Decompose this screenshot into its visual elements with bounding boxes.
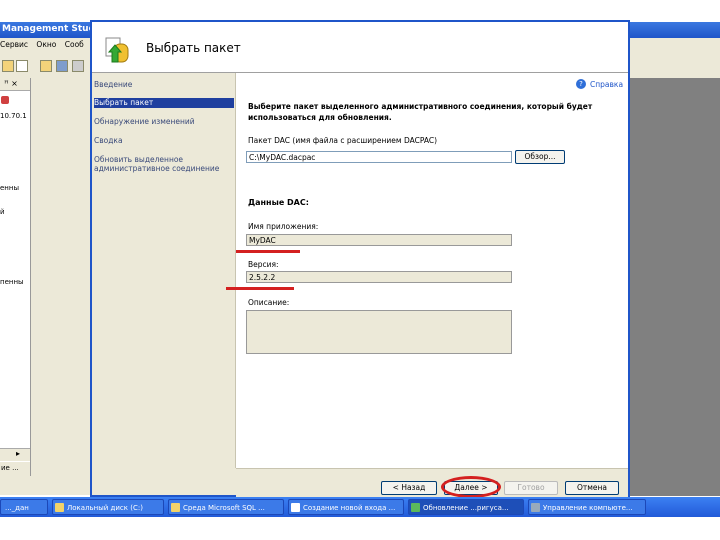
toolbar-icon[interactable] [2,60,14,72]
background-status: ие ... [0,462,30,476]
help-icon[interactable]: ? [576,79,586,89]
taskbar-item-computer-management[interactable]: Управление компьюте... [528,499,646,515]
ssms-icon [171,503,180,512]
cancel-button[interactable]: Отмена [565,481,619,495]
dialog-title: Выбрать пакет [146,41,241,55]
scroll-right-icon[interactable]: ▸ [16,449,20,458]
description-label: Описание: [248,298,290,307]
browse-button[interactable]: Обзор... [515,150,565,164]
open-folder-icon[interactable] [40,60,52,72]
tree-item[interactable]: енны [0,184,28,192]
package-upgrade-icon [104,32,130,64]
new-query-icon[interactable] [16,60,28,72]
taskbar-item[interactable]: ..._дан [0,499,48,515]
version-label: Версия: [248,260,279,269]
horizontal-scrollbar[interactable]: ▸ [0,448,30,461]
package-path-input[interactable]: C:\MyDAC.dacpac [246,151,512,163]
background-menubar: Сервис Окно Сооб [0,40,92,54]
menu-community[interactable]: Сооб [65,40,84,49]
background-window-title: Management Studio [2,24,105,34]
package-label: Пакет DAC (имя файла с расширением DACPA… [248,136,438,145]
taskbar-item-local-disk[interactable]: Локальный диск (C:) [52,499,164,515]
document-icon [291,503,300,512]
background-workspace [630,78,720,496]
finish-button[interactable]: Готово [504,481,558,495]
annotation-underline-version [226,287,294,290]
nav-introduction[interactable]: Введение [94,80,234,89]
tree-item[interactable]: й [0,208,28,216]
save-icon[interactable] [56,60,68,72]
tree-item[interactable]: 10.70.1 [0,112,28,120]
upgrade-icon [411,503,420,512]
server-icon [1,96,9,104]
instruction-line-2: использоваться для обновления. [248,113,392,122]
object-explorer-header: ꟸ × [0,78,30,91]
description-field[interactable] [246,310,512,354]
taskbar-item-upgrade[interactable]: Обновление ...ригуса... [408,499,524,515]
app-name-label: Имя приложения: [248,222,319,231]
dac-section-heading: Данные DAC: [248,198,309,207]
app-name-field[interactable]: MyDAC [246,234,512,246]
tree-item[interactable]: пенны [0,278,28,286]
wizard-nav-panel [92,73,236,468]
drive-icon [55,503,64,512]
nav-select-package[interactable]: Выбрать пакет [94,98,234,108]
panel-controls[interactable]: ꟸ × [4,79,18,88]
annotation-circle-next [441,476,501,498]
help-link[interactable]: Справка [590,80,623,89]
instruction-line-1: Выберите пакет выделенного административ… [248,102,593,111]
nav-detect-changes[interactable]: Обнаружение изменений [94,117,234,126]
menu-service[interactable]: Сервис [0,40,28,49]
status-text: ие ... [1,464,19,472]
nav-upgrade[interactable]: Обновить выделенное [94,155,234,164]
object-explorer-panel [0,78,31,476]
version-field[interactable]: 2.5.2.2 [246,271,512,283]
menu-window[interactable]: Окно [36,40,56,49]
taskbar-item-ssms[interactable]: Среда Microsoft SQL ... [168,499,284,515]
annotation-underline-app-name [236,250,300,253]
nav-upgrade-line2[interactable]: административное соединение [94,164,234,173]
taskbar-item-new-login[interactable]: Создание новой входа ... [288,499,404,515]
back-button[interactable]: < Назад [381,481,437,495]
nav-summary[interactable]: Сводка [94,136,234,145]
print-icon[interactable] [72,60,84,72]
computer-icon [531,503,540,512]
